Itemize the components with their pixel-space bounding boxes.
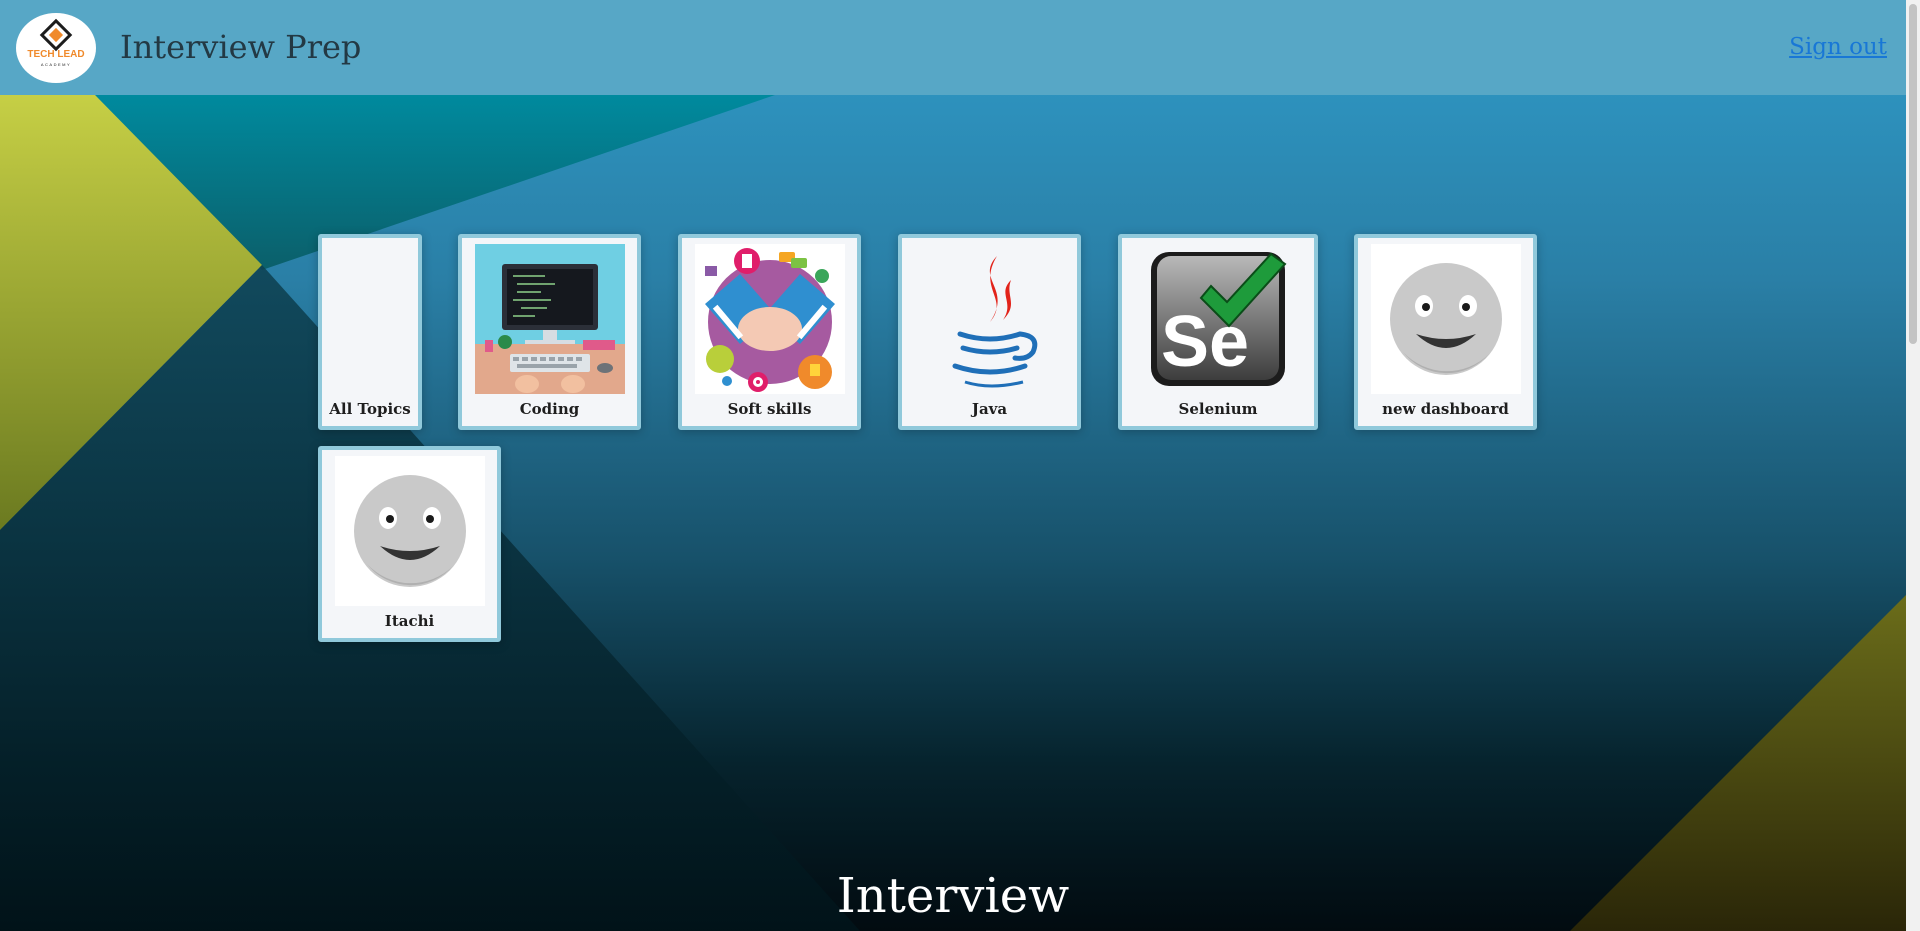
smiley-face-icon <box>334 456 485 606</box>
topic-card-new-dashboard[interactable]: new dashboard <box>1354 234 1537 430</box>
computer-desk-icon <box>474 244 625 394</box>
topic-card-label: All Topics <box>329 400 411 418</box>
background-geometry <box>0 95 1906 931</box>
top-navigation-bar: TECH LEAD ACADEMY Interview Prep Sign ou… <box>0 0 1906 95</box>
topic-card-label: new dashboard <box>1382 400 1509 418</box>
tech-lead-logo[interactable]: TECH LEAD ACADEMY <box>16 13 96 83</box>
sign-out-link[interactable]: Sign out <box>1789 34 1887 60</box>
scrollbar-thumb[interactable] <box>1909 4 1917 344</box>
logo-subtext: ACADEMY <box>41 62 71 67</box>
topic-card-soft-skills[interactable]: Soft skills <box>678 234 861 430</box>
app-title: Interview Prep <box>120 28 362 66</box>
logo-text: TECH LEAD <box>27 49 84 60</box>
topic-card-label: Coding <box>519 400 580 418</box>
selenium-logo-icon: Se <box>1143 244 1293 394</box>
topic-card-coding[interactable]: Coding <box>458 234 641 430</box>
topic-card-selenium[interactable]: Se Selenium <box>1118 234 1318 430</box>
topic-card-java[interactable]: Java <box>898 234 1081 430</box>
handshake-icon <box>694 244 845 394</box>
topic-card-itachi[interactable]: Itachi <box>318 446 501 642</box>
page-scrollbar[interactable] <box>1906 0 1920 931</box>
topic-card-all-topics[interactable]: All Topics <box>318 234 422 430</box>
smiley-face-icon <box>1370 244 1521 394</box>
topic-card-label: Itachi <box>384 612 435 630</box>
topic-card-label: Java <box>971 400 1008 418</box>
java-logo-icon <box>914 244 1065 394</box>
topic-card-label: Soft skills <box>727 400 812 418</box>
section-heading: Interview <box>836 868 1070 924</box>
topic-card-label: Selenium <box>1178 400 1258 418</box>
tech-lead-logo-icon: TECH LEAD ACADEMY <box>27 18 85 67</box>
